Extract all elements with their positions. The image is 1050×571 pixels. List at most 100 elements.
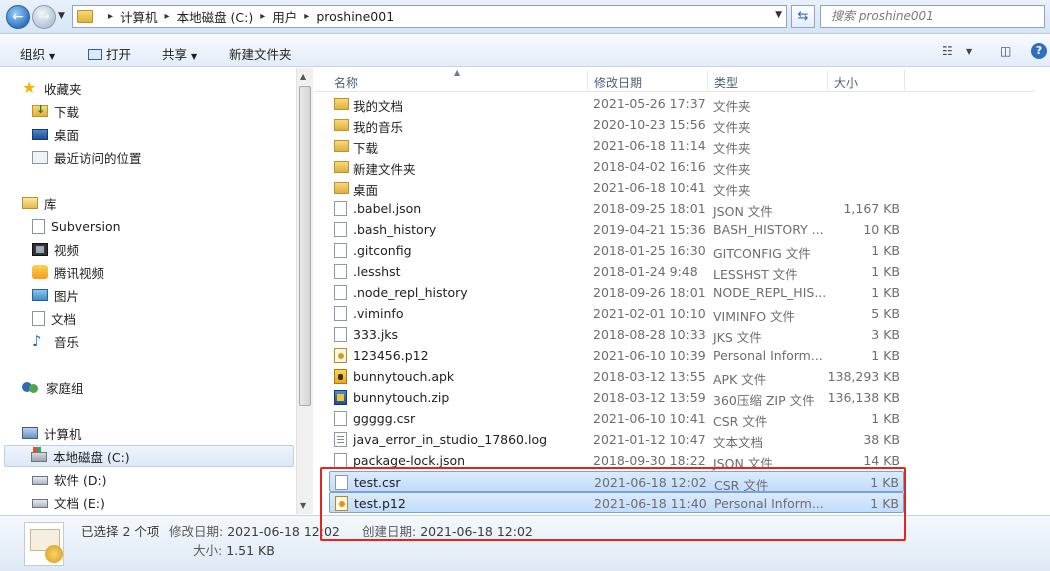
file-name: test.csr bbox=[354, 475, 401, 490]
back-button[interactable]: ← bbox=[6, 5, 30, 29]
view-options-icon[interactable]: ☷ bbox=[942, 44, 953, 58]
nav-recent[interactable]: 最近访问的位置 bbox=[32, 146, 142, 168]
file-row[interactable]: .babel.json 2018-09-25 18:01 JSON 文件 1,167 … bbox=[329, 198, 904, 219]
breadcrumb[interactable]: ▸ 计算机 ▸ 本地磁盘 (C:) ▸ 用户 ▸ proshine001 ▼ bbox=[72, 5, 787, 28]
nav-documents[interactable]: 文档 bbox=[32, 307, 76, 329]
chevron-right-icon[interactable]: ▸ bbox=[165, 11, 170, 22]
file-type: VIMINFO 文件 bbox=[713, 309, 796, 324]
nav-label: 收藏夹 bbox=[44, 81, 82, 97]
crumb-users[interactable]: 用户 bbox=[272, 7, 297, 26]
nav-scrollbar[interactable]: ▲ ▼ bbox=[296, 68, 313, 514]
nav-tencent-video[interactable]: 腾讯视频 bbox=[32, 261, 104, 283]
column-divider[interactable] bbox=[827, 70, 828, 90]
file-row[interactable]: 桌面 2021-06-18 10:41 文件夹 bbox=[329, 177, 904, 198]
file-date: 2021-06-10 10:41 bbox=[593, 411, 706, 426]
nav-desktop[interactable]: 桌面 bbox=[32, 123, 79, 145]
file-row[interactable]: bunnytouch.apk 2018-03-12 13:55 APK 文件 138,… bbox=[329, 366, 904, 387]
list-scrollbar[interactable] bbox=[1035, 68, 1050, 514]
file-date: 2018-03-12 13:55 bbox=[593, 369, 706, 384]
chevron-down-icon[interactable]: ▼ bbox=[775, 10, 782, 20]
file-row[interactable]: java_error_in_studio_17860.log 2021-01-12… bbox=[329, 429, 904, 450]
nav-drive-e[interactable]: 文档 (E:) bbox=[32, 491, 105, 513]
preview-pane-icon[interactable]: ◫ bbox=[1000, 44, 1011, 58]
file-type: BASH_HISTORY ... bbox=[713, 222, 824, 237]
nav-drive-d[interactable]: 软件 (D:) bbox=[32, 468, 107, 490]
help-icon[interactable]: ? bbox=[1031, 43, 1047, 59]
crumb-user[interactable]: proshine001 bbox=[316, 9, 394, 24]
file-size: 10 KB bbox=[863, 222, 900, 237]
file-size: 38 KB bbox=[863, 432, 900, 447]
column-header: ▲ 名称 修改日期 类型 大小 bbox=[314, 68, 1050, 92]
nav-pictures[interactable]: 图片 bbox=[32, 284, 79, 306]
column-divider[interactable] bbox=[587, 70, 588, 90]
file-row[interactable]: 我的音乐 2020-10-23 15:56 文件夹 bbox=[329, 114, 904, 135]
crumb-computer[interactable]: 计算机 bbox=[120, 7, 158, 26]
column-divider[interactable] bbox=[707, 70, 708, 90]
file-row[interactable]: .lesshst 2018-01-24 9:48 LESSHST 文件 1 KB bbox=[329, 261, 904, 282]
open-button[interactable]: 打开 bbox=[88, 44, 131, 63]
nav-favorites[interactable]: ★ 收藏夹 bbox=[22, 77, 82, 99]
search-input[interactable]: 搜索 proshine001 bbox=[820, 5, 1045, 28]
file-row[interactable]: bunnytouch.zip 2018-03-12 13:59 360压缩 ZIP … bbox=[329, 387, 904, 408]
file-row[interactable]: package-lock.json 2018-09-30 18:22 JSON 文件… bbox=[329, 450, 904, 471]
nav-homegroup[interactable]: 家庭组 bbox=[22, 376, 84, 398]
nav-downloads[interactable]: 下载 bbox=[32, 100, 79, 122]
file-row[interactable]: 123456.p12 2021-06-10 10:39 Personal Infor… bbox=[329, 345, 904, 366]
file-row[interactable]: ggggg.csr 2021-06-10 10:41 CSR 文件 1 KB bbox=[329, 408, 904, 429]
file-size: 1 KB bbox=[871, 348, 900, 363]
scrollbar-thumb[interactable] bbox=[299, 86, 311, 406]
crumb-drive-c[interactable]: 本地磁盘 (C:) bbox=[177, 7, 254, 26]
file-row[interactable]: .bash_history 2019-04-21 15:36 BASH_HISTOR… bbox=[329, 219, 904, 240]
library-doc-icon bbox=[32, 218, 45, 234]
file-type: 文件夹 bbox=[713, 183, 751, 198]
chevron-right-icon[interactable]: ▸ bbox=[108, 11, 113, 22]
file-row[interactable]: 我的文档 2021-05-26 17:37 文件夹 bbox=[329, 93, 904, 114]
file-row[interactable]: .gitconfig 2018-01-25 16:30 GITCONFIG 文件 1 … bbox=[329, 240, 904, 261]
forward-arrow-icon: → bbox=[38, 9, 50, 25]
col-name[interactable]: 名称 bbox=[334, 74, 358, 91]
file-date: 2018-09-26 18:01 bbox=[593, 285, 706, 300]
modified-date-label: 修改日期: bbox=[169, 524, 224, 539]
nav-music[interactable]: ♪ 音乐 bbox=[32, 330, 79, 352]
modified-date-value: 2021-06-18 12:02 bbox=[227, 524, 340, 539]
organize-button[interactable]: 组织 ▼ bbox=[20, 44, 55, 63]
file-name: .node_repl_history bbox=[353, 285, 468, 300]
forward-button[interactable]: → bbox=[32, 5, 56, 29]
file-row[interactable]: .viminfo 2021-02-01 10:10 VIMINFO 文件 5 KB bbox=[329, 303, 904, 324]
file-type: 文件夹 bbox=[713, 120, 751, 135]
file-row[interactable]: test.p12 2021-06-18 11:40 Personal Inform.… bbox=[329, 492, 904, 513]
file-row[interactable]: 新建文件夹 2018-04-02 16:16 文件夹 bbox=[329, 156, 904, 177]
recent-pages-dropdown[interactable]: ▼ bbox=[58, 11, 65, 21]
file-name: 桌面 bbox=[353, 183, 379, 198]
nav-videos[interactable]: 视频 bbox=[32, 238, 79, 260]
modified-date-field: 修改日期: 2021-06-18 12:02 bbox=[169, 521, 340, 540]
nav-subversion[interactable]: Subversion bbox=[32, 215, 121, 237]
text-file-icon bbox=[334, 432, 347, 447]
nav-drive-c[interactable]: 本地磁盘 (C:) bbox=[4, 445, 294, 467]
scroll-up-icon[interactable]: ▲ bbox=[300, 72, 306, 81]
nav-libraries[interactable]: 库 bbox=[22, 192, 57, 214]
scroll-down-icon[interactable]: ▼ bbox=[300, 501, 306, 510]
file-row[interactable]: 333.jks 2018-08-28 10:33 JKS 文件 3 KB bbox=[329, 324, 904, 345]
folder-icon bbox=[334, 161, 349, 173]
nav-label: 文档 (E:) bbox=[54, 495, 105, 511]
nav-label: 桌面 bbox=[54, 127, 80, 143]
col-size[interactable]: 大小 bbox=[834, 74, 858, 91]
file-date: 2018-09-30 18:22 bbox=[593, 453, 706, 468]
col-date[interactable]: 修改日期 bbox=[594, 74, 642, 91]
refresh-button[interactable]: ⇆ bbox=[791, 5, 815, 28]
new-folder-button[interactable]: 新建文件夹 bbox=[229, 44, 292, 63]
certificate-icon bbox=[335, 496, 348, 511]
document-icon bbox=[32, 310, 45, 326]
chevron-down-icon[interactable]: ▼ bbox=[966, 47, 972, 56]
share-button[interactable]: 共享 ▼ bbox=[162, 44, 197, 63]
col-type[interactable]: 类型 bbox=[714, 74, 738, 91]
chevron-right-icon[interactable]: ▸ bbox=[304, 11, 309, 22]
file-row[interactable]: test.csr 2021-06-18 12:02 CSR 文件 1 KB bbox=[329, 471, 904, 493]
nav-computer[interactable]: 计算机 bbox=[22, 422, 82, 444]
column-divider[interactable] bbox=[904, 70, 905, 90]
file-row[interactable]: 下载 2021-06-18 11:14 文件夹 bbox=[329, 135, 904, 156]
recent-places-icon bbox=[32, 150, 48, 164]
chevron-right-icon[interactable]: ▸ bbox=[260, 11, 265, 22]
file-row[interactable]: .node_repl_history 2018-09-26 18:01 NODE_R… bbox=[329, 282, 904, 303]
